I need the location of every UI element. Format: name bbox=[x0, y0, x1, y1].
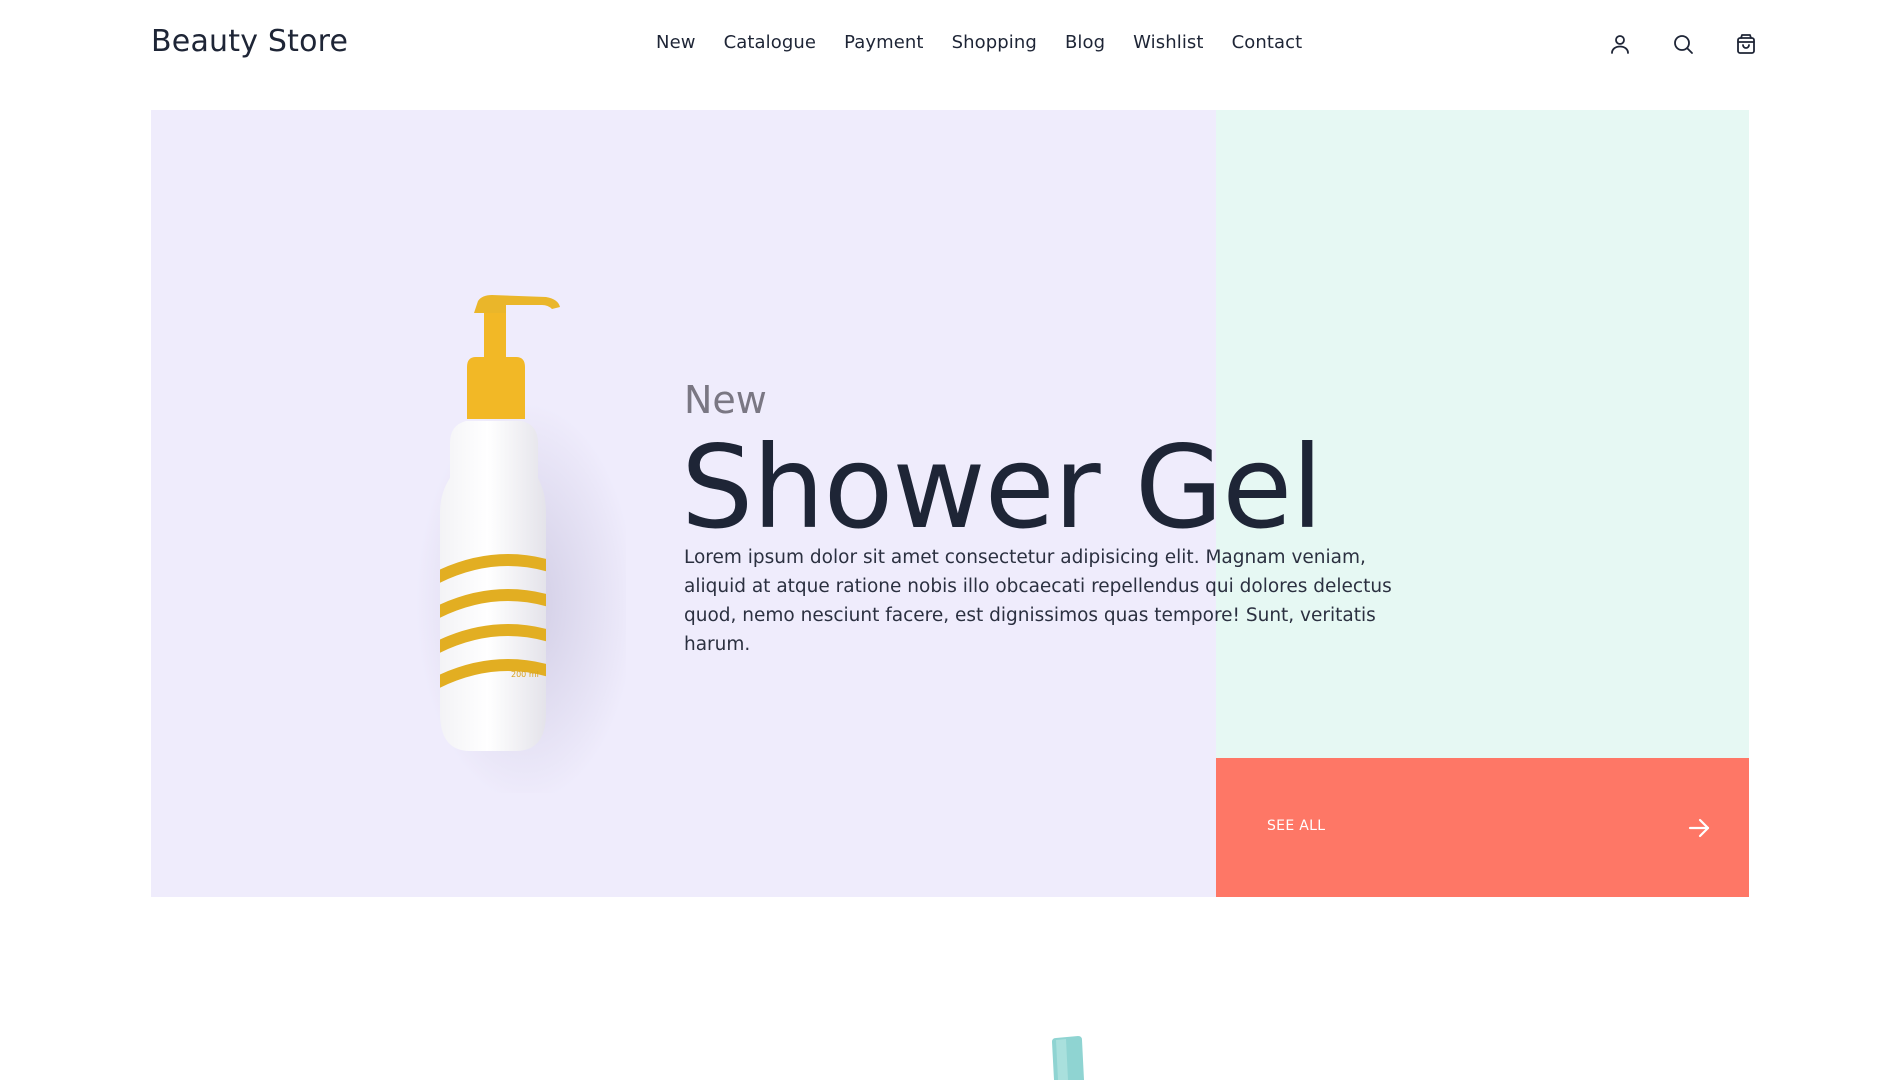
next-product-image bbox=[1040, 1036, 1100, 1080]
nav-item-payment[interactable]: Payment bbox=[844, 32, 924, 53]
hero-eyebrow: New bbox=[684, 378, 767, 422]
nav-item-catalogue[interactable]: Catalogue bbox=[724, 32, 817, 53]
bottle-volume-label: 200 ml bbox=[511, 670, 539, 679]
nav-item-wishlist[interactable]: Wishlist bbox=[1133, 32, 1203, 53]
search-icon[interactable] bbox=[1671, 32, 1695, 56]
nav-item-blog[interactable]: Blog bbox=[1065, 32, 1105, 53]
see-all-label: SEE ALL bbox=[1267, 818, 1326, 834]
nav-item-contact[interactable]: Contact bbox=[1232, 32, 1303, 53]
hero-title: Shower Gel bbox=[681, 421, 1323, 554]
nav-item-shopping[interactable]: Shopping bbox=[952, 32, 1037, 53]
hero-banner: 200 ml New Shower Gel Lorem ipsum dolor … bbox=[151, 110, 1749, 897]
header-actions bbox=[1608, 32, 1758, 56]
user-icon[interactable] bbox=[1608, 32, 1632, 56]
shower-gel-bottle-image: 200 ml bbox=[366, 273, 636, 803]
nav-item-new[interactable]: New bbox=[656, 32, 696, 53]
hero-description: Lorem ipsum dolor sit amet consectetur a… bbox=[684, 547, 1392, 655]
shopping-bag-icon[interactable] bbox=[1734, 32, 1758, 56]
logo[interactable]: Beauty Store bbox=[151, 24, 348, 59]
see-all-button[interactable]: SEE ALL bbox=[1216, 758, 1749, 897]
arrow-right-icon bbox=[1686, 815, 1712, 841]
main-nav: New Catalogue Payment Shopping Blog Wish… bbox=[656, 32, 1302, 53]
site-header: Beauty Store New Catalogue Payment Shopp… bbox=[0, 0, 1895, 90]
